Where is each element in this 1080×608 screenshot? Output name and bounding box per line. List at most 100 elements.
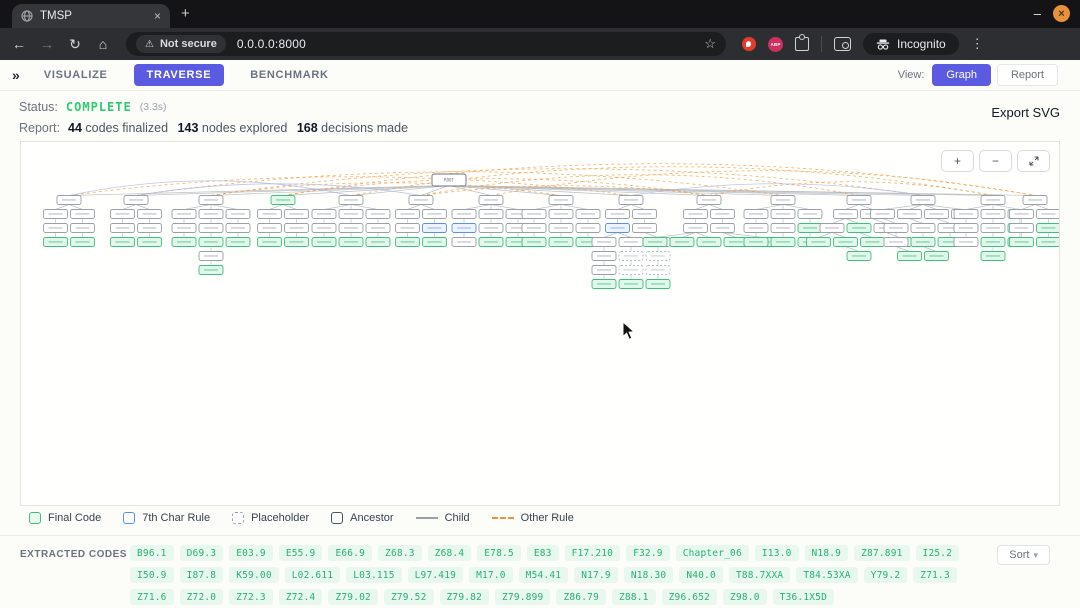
graph-panel[interactable]: ROOT + − <box>20 141 1060 506</box>
traversal-graph[interactable]: ROOT <box>21 142 1059 505</box>
status-time: (3.3s) <box>139 101 167 113</box>
tab-title: TMSP <box>40 10 72 22</box>
menu-kebab-icon[interactable]: ⋮ <box>971 36 984 52</box>
bookmark-star-icon[interactable]: ☆ <box>704 36 716 52</box>
view-option-graph[interactable]: Graph <box>932 64 991 86</box>
tab-traverse[interactable]: TRAVERSE <box>133 64 225 86</box>
sort-button[interactable]: Sort ▾ <box>997 545 1050 565</box>
app-page: » VISUALIZE TRAVERSE BENCHMARK View: Graph… <box>0 60 1080 608</box>
code-chip[interactable]: Z71.3 <box>913 567 957 583</box>
extensions-puzzle-icon[interactable] <box>795 34 809 51</box>
code-chip[interactable]: Z96.652 <box>661 589 718 605</box>
code-chip[interactable]: T84.53XA <box>796 567 858 583</box>
legend-final-swatch <box>29 512 41 524</box>
code-chip[interactable]: Z72.4 <box>278 589 323 605</box>
code-chip[interactable]: I50.9 <box>130 567 174 583</box>
code-chip[interactable]: L03.115 <box>346 567 402 583</box>
home-icon[interactable]: ⌂ <box>94 36 112 52</box>
code-chip[interactable]: Z79.82 <box>439 589 490 605</box>
graph-zoom-controls: + − <box>941 150 1050 172</box>
tab-search-icon[interactable] <box>834 37 851 51</box>
code-chip[interactable]: Z79.02 <box>328 589 378 605</box>
code-chip[interactable]: N40.0 <box>679 567 723 583</box>
code-chip[interactable]: L97.419 <box>407 567 464 583</box>
status-block: Status: COMPLETE (3.3s) Report: 44 codes… <box>0 91 1080 135</box>
export-svg-button[interactable]: Export SVG <box>991 105 1060 120</box>
code-chip[interactable]: T36.1X5D <box>772 589 835 605</box>
metric: 168 decisions made <box>296 121 409 135</box>
legend-label: Final Code <box>48 512 102 524</box>
address-bar[interactable]: ⚠ Not secure 0.0.0.0:8000 ☆ <box>126 32 726 56</box>
code-chip[interactable]: Z72.3 <box>229 589 273 605</box>
code-chip[interactable]: K59.00 <box>229 567 279 583</box>
adblock-abp-icon[interactable]: ABP <box>768 36 783 52</box>
code-chip[interactable]: I13.0 <box>754 545 799 561</box>
tab-close-icon[interactable]: × <box>154 9 161 23</box>
cross-edge <box>135 183 422 196</box>
view-option-report[interactable]: Report <box>996 64 1058 86</box>
code-chip[interactable]: F32.9 <box>626 545 670 561</box>
code-chip[interactable]: Z79.899 <box>495 589 551 605</box>
code-chip[interactable]: T88.7XXA <box>728 567 791 583</box>
code-chips: B96.1 D69.3 E03.9 E55.9 E66.9 Z68.3 Z68.4 E78.5… <box>130 545 980 605</box>
graph-legend: Final Code 7th Char Rule Placeholder Ancest… <box>29 512 574 524</box>
extension-red-icon[interactable] <box>742 37 756 51</box>
code-chip[interactable]: E83 <box>526 545 559 561</box>
legend-label: Placeholder <box>251 512 310 524</box>
app-header: » VISUALIZE TRAVERSE BENCHMARK View: Graph… <box>0 60 1080 91</box>
chevron-down-icon: ▾ <box>1033 550 1038 560</box>
graph-zoom-out-button[interactable]: − <box>979 150 1012 172</box>
reload-icon[interactable]: ↻ <box>66 36 84 53</box>
legend-label: Other Rule <box>520 512 574 524</box>
legend-label: Child <box>444 512 470 524</box>
sidebar-collapse-icon[interactable]: » <box>12 67 20 83</box>
browser-toolbar: ← → ↻ ⌂ ⚠ Not secure 0.0.0.0:8000 ☆ ABP … <box>0 28 1080 60</box>
code-chip[interactable]: Y79.2 <box>863 567 908 583</box>
window-close-button[interactable]: × <box>1053 5 1070 22</box>
code-chip[interactable]: Z88.1 <box>612 589 656 605</box>
code-chip[interactable]: N18.9 <box>804 545 849 561</box>
status-value: COMPLETE <box>65 100 132 114</box>
browser-tab[interactable]: TMSP × <box>12 4 170 28</box>
code-chip[interactable]: N17.9 <box>574 567 618 583</box>
code-chip[interactable]: E03.9 <box>229 545 273 561</box>
new-tab-button[interactable]: + <box>181 5 190 22</box>
code-chip[interactable]: B96.1 <box>130 545 174 561</box>
tab-benchmark[interactable]: BENCHMARK <box>250 69 328 81</box>
other-rule-edge <box>420 174 860 196</box>
code-chip[interactable]: I25.2 <box>915 545 960 561</box>
code-chip[interactable]: Z86.79 <box>556 589 606 605</box>
tab-visualize[interactable]: VISUALIZE <box>44 69 108 81</box>
code-chip[interactable]: Z98.0 <box>723 589 767 605</box>
incognito-badge: Incognito <box>863 33 959 55</box>
code-chip[interactable]: Chapter_06 <box>675 545 749 561</box>
graph-zoom-in-button[interactable]: + <box>941 150 974 172</box>
back-icon[interactable]: ← <box>10 36 28 52</box>
browser-titlebar: TMSP × + – × <box>0 0 1080 28</box>
code-chip[interactable]: Z79.52 <box>383 589 434 605</box>
code-chip[interactable]: L02.611 <box>284 567 341 583</box>
code-chip[interactable]: M17.0 <box>469 567 513 583</box>
not-secure-chip[interactable]: ⚠ Not secure <box>136 35 226 53</box>
code-chip[interactable]: Z68.4 <box>427 545 472 561</box>
report-label: Report: <box>19 121 60 135</box>
code-chip[interactable]: Z71.6 <box>130 589 174 605</box>
code-chip[interactable]: E55.9 <box>278 545 323 561</box>
code-chip[interactable]: F17.210 <box>564 545 621 561</box>
legend-placeholder-swatch <box>232 512 245 524</box>
legend-other-swatch <box>491 517 514 519</box>
window-minimize-button[interactable]: – <box>1034 7 1041 20</box>
code-chip[interactable]: E78.5 <box>477 545 521 561</box>
forward-icon[interactable]: → <box>38 36 56 52</box>
code-chip[interactable]: M54.41 <box>518 567 569 583</box>
incognito-spy-icon <box>876 39 890 50</box>
code-chip[interactable]: Z68.3 <box>378 545 422 561</box>
code-chip[interactable]: Z72.0 <box>179 589 224 605</box>
code-chip[interactable]: I87.8 <box>179 567 224 583</box>
code-chip[interactable]: D69.3 <box>179 545 224 561</box>
code-chip[interactable]: E66.9 <box>328 545 373 561</box>
legend-label: 7th Char Rule <box>142 512 211 524</box>
graph-fit-button[interactable] <box>1017 150 1050 172</box>
code-chip[interactable]: Z87.891 <box>854 545 910 561</box>
code-chip[interactable]: N18.30 <box>623 567 674 583</box>
